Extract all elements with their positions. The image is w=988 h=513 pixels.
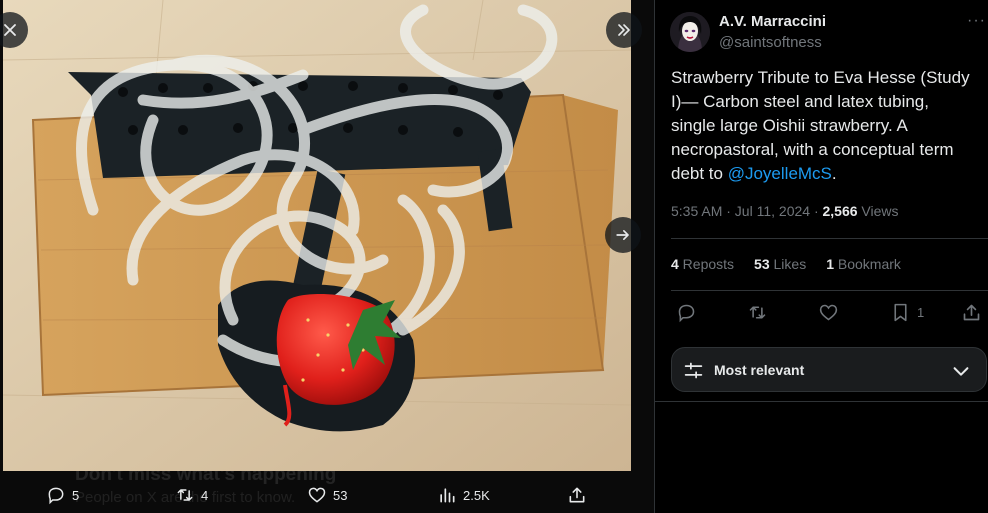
media-repost-count: 4	[201, 487, 209, 503]
avatar-image	[670, 12, 710, 52]
bookmarks-stat[interactable]: 1 Bookmark	[826, 256, 901, 272]
media-share-button[interactable]	[567, 477, 587, 513]
tweet-photo[interactable]	[3, 0, 631, 471]
bookmark-button[interactable]: 1	[890, 302, 924, 323]
media-like-count: 53	[333, 487, 348, 503]
more-dots-icon: ···	[967, 12, 986, 29]
heart-icon	[308, 487, 326, 503]
bookmark-icon	[894, 303, 907, 322]
next-image-button[interactable]	[605, 217, 641, 253]
reposts-count: 4	[671, 256, 679, 272]
divider	[671, 238, 988, 239]
repost-icon	[749, 306, 766, 319]
views-label: Views	[857, 203, 899, 219]
bookmarks-count: 1	[826, 256, 834, 272]
views-count: 2,566	[822, 203, 858, 219]
sort-label: Most relevant	[714, 362, 805, 378]
tweet-meta: 5:35 AM · Jul 11, 2024 · 2,566 Views	[671, 203, 899, 219]
avatar[interactable]	[670, 12, 710, 52]
repost-icon	[177, 489, 193, 501]
like-button[interactable]	[818, 302, 839, 323]
divider	[671, 290, 988, 291]
bookmarks-label: Bookmark	[834, 256, 901, 272]
media-reply-count: 5	[72, 487, 80, 503]
media-viewer: Don't miss what's happening People on X …	[0, 0, 655, 513]
views-chart-icon	[440, 488, 455, 503]
engagement-stats: 4 Reposts 53 Likes 1 Bookmark	[671, 256, 901, 272]
share-icon	[569, 487, 585, 503]
tweet-end: .	[831, 164, 837, 183]
repost-button[interactable]	[747, 302, 768, 323]
author-name[interactable]: A.V. Marraccini	[719, 13, 826, 30]
chevron-down-icon	[953, 367, 969, 376]
likes-stat[interactable]: 53 Likes	[754, 256, 806, 272]
tweet-detail-panel: A.V. Marraccini @saintsoftness ··· Straw…	[655, 0, 988, 513]
close-icon	[4, 24, 16, 36]
collapse-panel-button[interactable]	[606, 12, 642, 48]
likes-label: Likes	[769, 256, 807, 272]
reply-button[interactable]	[676, 302, 697, 323]
share-icon	[963, 304, 980, 321]
mention-link[interactable]: @JoyelleMcS	[728, 164, 832, 183]
heart-icon	[819, 304, 838, 321]
media-reply-button[interactable]: 5	[46, 477, 79, 513]
media-views-count: 2.5K	[463, 487, 490, 503]
double-chevron-right-icon	[618, 24, 630, 36]
author-handle[interactable]: @saintsoftness	[719, 34, 822, 51]
reply-icon	[48, 487, 64, 505]
likes-count: 53	[754, 256, 770, 272]
share-button[interactable]	[961, 302, 982, 323]
reply-icon	[678, 304, 695, 323]
media-views-button[interactable]: 2.5K	[437, 477, 490, 513]
sliders-icon	[684, 362, 703, 379]
tweet-actions: 1	[671, 302, 988, 330]
media-like-button[interactable]: 53	[307, 477, 347, 513]
tweet-text: Strawberry Tribute to Eva Hesse (Study I…	[671, 66, 976, 186]
arrow-right-icon	[616, 230, 629, 240]
reply-sort-dropdown[interactable]: Most relevant	[671, 347, 987, 392]
reposts-label: Reposts	[678, 256, 735, 272]
more-options-button[interactable]: ···	[967, 12, 986, 30]
divider	[655, 401, 988, 402]
tweet-timestamp[interactable]: 5:35 AM · Jul 11, 2024 ·	[671, 203, 823, 219]
photo-artwork	[3, 0, 631, 471]
media-repost-button[interactable]: 4	[175, 477, 208, 513]
bookmark-count: 1	[917, 305, 925, 320]
reposts-stat[interactable]: 4 Reposts	[671, 256, 734, 272]
media-action-bar: 5 4 53 2.5K	[0, 477, 631, 513]
